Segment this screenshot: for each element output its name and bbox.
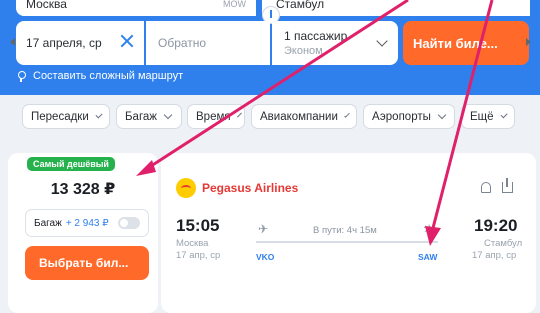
arrival-date: 17 апр, ср (472, 250, 517, 261)
origin-city: Москва (26, 0, 67, 11)
flight-duration: В пути: 4ч 15м (313, 225, 377, 236)
filter-label: Аэропорты (372, 110, 431, 123)
filter-bar: Пересадки Багаж Время Авиакомпании Аэроп… (0, 98, 540, 152)
departure-airport-code: VKO (256, 252, 275, 262)
filter-chip-airlines[interactable]: Авиакомпании (251, 104, 357, 129)
bell-icon[interactable] (481, 182, 491, 193)
scroll-left-icon[interactable] (10, 38, 15, 46)
destination-city: Стамбул (276, 0, 325, 11)
chevron-down-icon (344, 112, 350, 118)
departure-city: Москва (176, 238, 209, 249)
plane-takeoff-icon: ✈ (258, 222, 269, 236)
search-button[interactable]: Найти биле... (403, 21, 529, 65)
filter-label: Ещё (470, 110, 494, 123)
chevron-down-icon (376, 35, 388, 47)
origin-code: MOW (223, 0, 246, 9)
ticket-price: 13 328 ₽ (50, 181, 116, 198)
baggage-toggle[interactable] (118, 217, 140, 229)
passengers-count: 1 пассажир (284, 29, 348, 43)
depart-date: 17 апреля, ср (26, 36, 102, 50)
arrival-time: 19:20 (474, 216, 518, 235)
arrival-airport-code: SAW (418, 252, 438, 262)
scroll-right-icon[interactable] (526, 38, 531, 46)
departure-time: 15:05 (176, 216, 220, 235)
passengers-field[interactable]: 1 пассажир Эконом (272, 21, 398, 65)
baggage-price: + 2 943 ₽ (65, 217, 109, 229)
filter-label: Авиакомпании (260, 110, 338, 123)
baggage-option[interactable]: Багаж + 2 943 ₽ (25, 209, 149, 237)
filter-chip-transfers[interactable]: Пересадки (22, 104, 110, 129)
route-icon (16, 70, 27, 82)
complex-route-link[interactable]: Составить сложный маршрут (16, 70, 183, 82)
select-ticket-button[interactable]: Выбрать бил... (25, 246, 149, 280)
departure-date: 17 апр, ср (176, 250, 221, 261)
filter-chip-baggage[interactable]: Багаж (116, 104, 182, 129)
chevron-down-icon (437, 110, 447, 120)
baggage-label: Багаж (34, 217, 62, 229)
clear-icon[interactable] (120, 34, 134, 48)
cheapest-badge: Самый дешёвый (27, 157, 115, 171)
filter-label: Время (196, 110, 231, 123)
destination-field[interactable]: Стамбул (262, 0, 530, 16)
airline-logo (176, 178, 196, 198)
return-date-field[interactable]: Обратно (146, 21, 270, 65)
depart-date-field[interactable]: 17 апреля, ср (16, 21, 144, 65)
chevron-down-icon (500, 111, 508, 119)
route-line (256, 241, 438, 243)
airline-name: Pegasus Airlines (202, 181, 299, 195)
chevron-down-icon (95, 111, 103, 119)
return-placeholder: Обратно (158, 36, 207, 50)
origin-field[interactable]: Москва MOW (16, 0, 256, 16)
chevron-down-icon (163, 110, 173, 120)
filter-chip-more[interactable]: Ещё (461, 104, 515, 129)
cabin-class: Эконом (284, 45, 323, 57)
filter-label: Пересадки (31, 110, 89, 123)
filter-chip-time[interactable]: Время (187, 104, 245, 129)
complex-route-label: Составить сложный маршрут (33, 70, 184, 82)
arrival-city: Стамбул (484, 238, 523, 249)
chevron-down-icon (236, 112, 242, 118)
filter-label: Багаж (125, 110, 157, 123)
share-icon[interactable] (502, 178, 513, 193)
filter-chip-airports[interactable]: Аэропорты (363, 104, 455, 129)
